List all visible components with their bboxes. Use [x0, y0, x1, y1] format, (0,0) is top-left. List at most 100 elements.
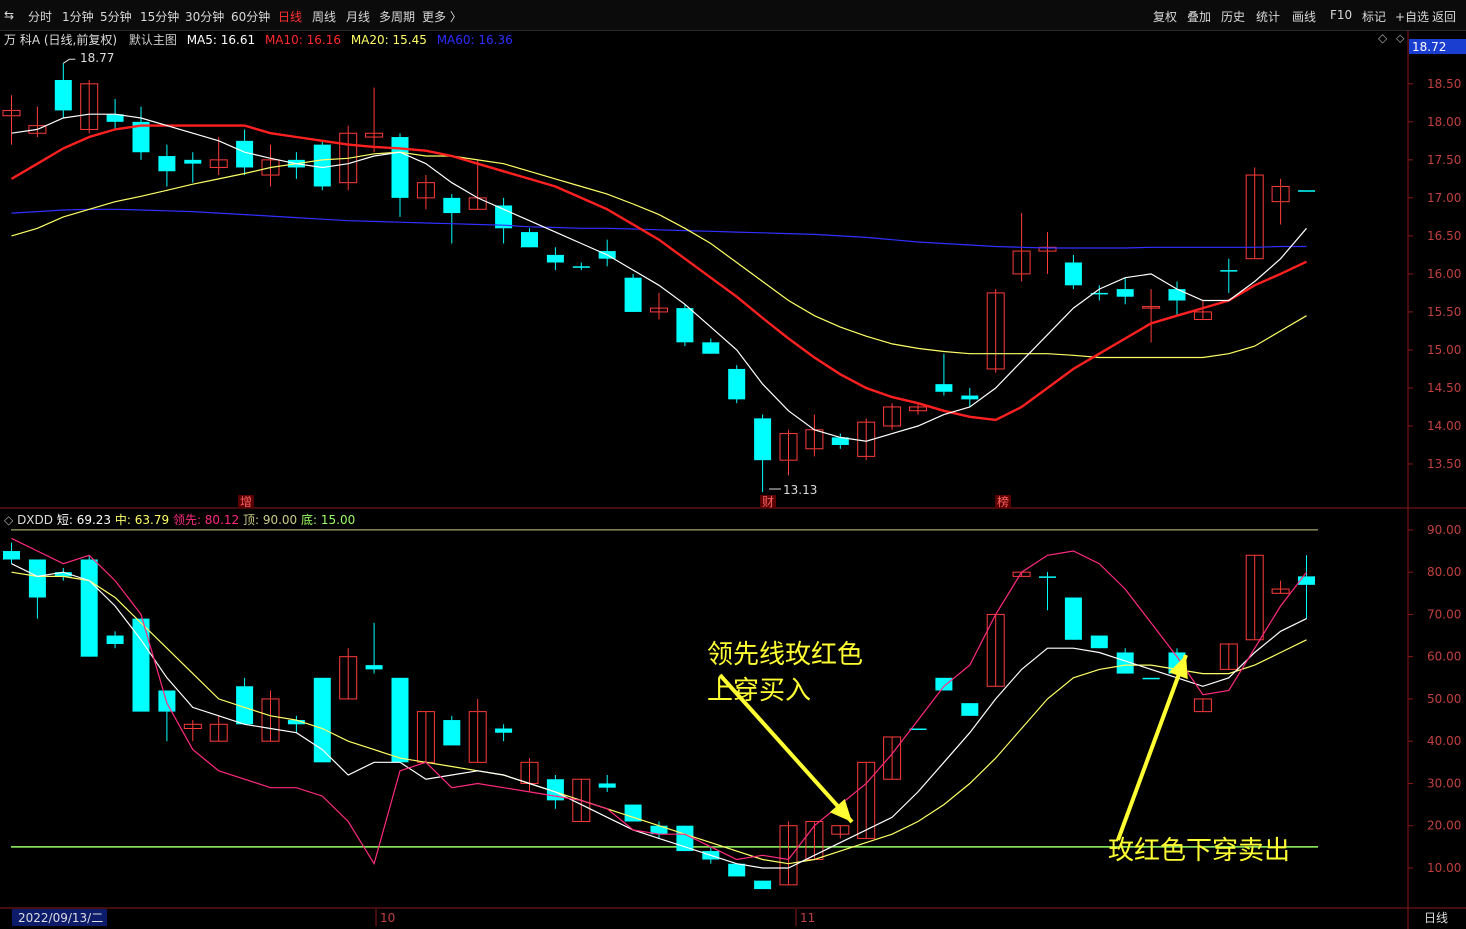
main-ytick-label: 14.00 [1427, 419, 1461, 433]
period-tab-fenshi[interactable]: 分时 [28, 8, 52, 25]
mark-finance: 财 [762, 495, 774, 509]
sub-mid-line [11, 571, 1307, 865]
f10-button[interactable]: F10 [1330, 8, 1352, 22]
period-tab-5min[interactable]: 5分钟 [100, 8, 132, 25]
main-ma20-line [11, 151, 1307, 359]
main-ytick-label: 14.50 [1427, 381, 1461, 395]
low-price-label: 13.13 [783, 483, 817, 497]
period-tab-more[interactable]: 更多 〉 [422, 8, 462, 25]
date-label: 2022/09/13/二 [18, 911, 103, 925]
sub-ytick-label: 50.00 [1427, 692, 1461, 706]
period-tab-daily[interactable]: 日线 [278, 8, 302, 25]
period-tab-multi[interactable]: 多周期 [379, 8, 415, 25]
main-candle-body [546, 254, 564, 263]
buy-annotation-line2: 上穿买入 [707, 676, 812, 706]
high-price-label: 18.77 [80, 51, 114, 65]
sub-lead-line [11, 537, 1307, 866]
sub-candle-body [106, 635, 124, 644]
sub-ytick-label: 20.00 [1427, 819, 1461, 833]
main-candle-body [961, 395, 979, 400]
buy-annotation-line1: 领先线玫红色 [707, 640, 864, 670]
top-toolbar: ⇆ 分时 1分钟 5分钟 15分钟 30分钟 60分钟 日线 周线 月线 多周期… [0, 0, 1466, 31]
swap-arrow-icon[interactable]: ⇆ [4, 8, 14, 22]
main-candle-body [521, 232, 538, 248]
sub-candle-body [28, 559, 46, 598]
main-candle-body [54, 80, 72, 111]
mark-increase: 增 [240, 495, 252, 509]
sub-candle-body [935, 677, 953, 691]
buy-annotation: 领先线玫红色 上穿买入 [707, 637, 863, 709]
high-pointer [63, 58, 76, 64]
main-ytick-label: 13.50 [1427, 457, 1461, 471]
period-tab-monthly[interactable]: 月线 [346, 8, 370, 25]
sub-candle-body [391, 677, 409, 763]
main-candle-body [1220, 270, 1238, 272]
main-ytick-label: 17.50 [1427, 153, 1461, 167]
main-candle-body [184, 159, 202, 164]
sub-ytick-label: 90.00 [1427, 523, 1461, 537]
month-label-b: 11 [800, 911, 815, 925]
main-ma10-line [10, 124, 1308, 422]
add-watchlist-button[interactable]: +自选 [1395, 8, 1429, 25]
sub-candle-body [1090, 635, 1108, 649]
return-button[interactable]: 返回 [1432, 8, 1456, 25]
period-label: 日线 [1424, 911, 1448, 925]
main-candle-body [728, 368, 746, 400]
sub-candle-body [1142, 677, 1160, 680]
main-ytick-label: 16.00 [1427, 267, 1461, 281]
period-tab-15min[interactable]: 15分钟 [140, 8, 179, 25]
main-candle-body [1064, 262, 1082, 286]
current-price-label: 18.72 [1412, 40, 1446, 54]
sub-candle-body [365, 665, 383, 670]
stock-chart[interactable]: 18.50 18.00 17.50 17.00 16.50 16.00 15.50 15.00… [0, 30, 1466, 929]
month-label-a: 10 [380, 911, 395, 925]
main-candle-body [572, 266, 590, 268]
main-ytick-label: 18.50 [1427, 77, 1461, 91]
main-ytick-label: 15.00 [1427, 343, 1461, 357]
main-candle-body [391, 137, 409, 198]
main-candle-body [624, 277, 642, 312]
main-candle-body [158, 156, 176, 172]
sub-candle-body [728, 863, 746, 877]
main-ytick-label: 15.50 [1427, 305, 1461, 319]
mark-rank: 榜 [997, 494, 1009, 509]
sub-ytick-label: 60.00 [1427, 650, 1461, 664]
sub-candle-body [443, 720, 461, 746]
restore-rights-button[interactable]: 复权 [1153, 8, 1177, 25]
mark-button[interactable]: 标记 [1362, 8, 1386, 25]
draw-line-button[interactable]: 画线 [1292, 8, 1316, 25]
sub-candle-body [495, 728, 513, 733]
sub-candle-body [961, 703, 979, 716]
sub-candle-body [754, 880, 772, 890]
sub-ytick-label: 40.00 [1427, 734, 1461, 748]
sub-candle-body [1039, 576, 1056, 578]
sub-candle-body [80, 559, 98, 657]
main-candle-body [935, 384, 953, 392]
main-candle-body [1168, 289, 1186, 301]
sub-candle-body [598, 783, 616, 788]
history-button[interactable]: 历史 [1221, 8, 1245, 25]
statistics-button[interactable]: 统计 [1256, 8, 1280, 25]
main-ytick-label: 16.50 [1427, 229, 1461, 243]
sub-ytick-label: 80.00 [1427, 565, 1461, 579]
sub-candle-body [3, 551, 20, 560]
main-candle-body [1298, 190, 1315, 192]
sell-arrow-shaft [1116, 654, 1188, 841]
sub-ytick-label: 30.00 [1427, 776, 1461, 790]
main-candle-body [1116, 289, 1134, 297]
period-tab-weekly[interactable]: 周线 [312, 8, 336, 25]
sub-candle-body [158, 690, 176, 712]
main-ytick-label: 17.00 [1427, 191, 1461, 205]
sell-annotation: 玫红色下穿卖出 [1108, 836, 1291, 866]
main-ma5-line [11, 113, 1307, 442]
main-ytick-label: 18.00 [1427, 115, 1461, 129]
main-candle-body [676, 308, 694, 343]
main-candle-body [754, 418, 772, 461]
main-candle-body [313, 144, 331, 187]
period-tab-60min[interactable]: 60分钟 [231, 8, 270, 25]
main-candle-body [443, 197, 461, 214]
period-tab-1min[interactable]: 1分钟 [62, 8, 94, 25]
sub-ytick-label: 10.00 [1427, 861, 1461, 875]
period-tab-30min[interactable]: 30分钟 [185, 8, 224, 25]
overlay-button[interactable]: 叠加 [1187, 8, 1211, 25]
